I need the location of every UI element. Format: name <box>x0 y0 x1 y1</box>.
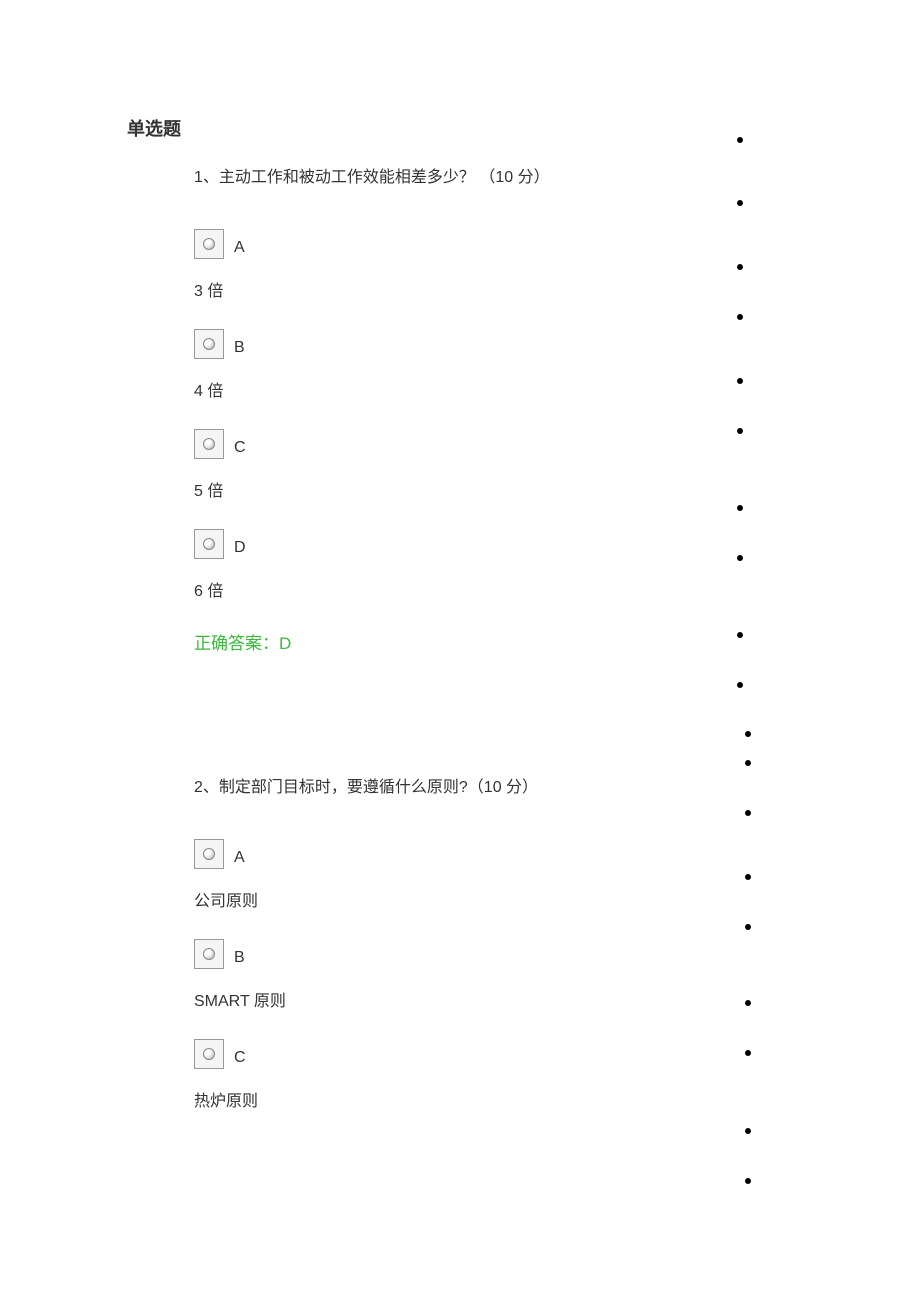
radio-icon <box>203 238 215 250</box>
bullet-icon <box>745 1128 751 1134</box>
bullet-icon <box>745 731 751 737</box>
bullet-icon <box>745 810 751 816</box>
option-text: SMART 原则 <box>194 987 538 1011</box>
option-text: 6 倍 <box>194 577 550 601</box>
bullet-icon <box>745 1050 751 1056</box>
bullet-icon <box>737 428 743 434</box>
bullet-icon <box>737 200 743 206</box>
q1-option-b: B 4 倍 <box>194 329 550 401</box>
bullet-icon <box>745 1000 751 1006</box>
option-text: 4 倍 <box>194 377 550 401</box>
bullet-icon <box>737 314 743 320</box>
radio-button[interactable] <box>194 329 224 359</box>
radio-icon <box>203 848 215 860</box>
option-text: 公司原则 <box>194 887 538 911</box>
radio-icon <box>203 1048 215 1060</box>
bullet-icon <box>737 137 743 143</box>
option-letter: D <box>234 539 246 559</box>
bullet-icon <box>737 682 743 688</box>
q2-option-c: C 热炉原则 <box>194 1039 538 1111</box>
correct-answer: 正确答案：D <box>194 629 550 654</box>
bullet-icon <box>737 505 743 511</box>
option-letter: A <box>234 239 245 259</box>
option-letter: B <box>234 949 245 969</box>
bullet-icon <box>737 378 743 384</box>
option-text: 热炉原则 <box>194 1087 538 1111</box>
radio-button[interactable] <box>194 839 224 869</box>
bullet-icon <box>745 1178 751 1184</box>
radio-icon <box>203 948 215 960</box>
option-letter: A <box>234 849 245 869</box>
bullet-icon <box>737 555 743 561</box>
q1-option-a: A 3 倍 <box>194 229 550 301</box>
option-letter: C <box>234 439 246 459</box>
radio-icon <box>203 338 215 350</box>
q2-option-b: B SMART 原则 <box>194 939 538 1011</box>
option-text: 3 倍 <box>194 277 550 301</box>
option-letter: C <box>234 1049 246 1069</box>
q1-option-c: C 5 倍 <box>194 429 550 501</box>
radio-button[interactable] <box>194 1039 224 1069</box>
q2-option-a: A 公司原则 <box>194 839 538 911</box>
bullet-icon <box>745 874 751 880</box>
bullet-icon <box>745 924 751 930</box>
question-1-text: 1、主动工作和被动工作效能相差多少？ （10 分） <box>194 163 550 187</box>
bullet-icon <box>737 632 743 638</box>
question-2: 2、制定部门目标时，要遵循什么原则?（10 分） A 公司原则 B SMART … <box>194 773 538 1139</box>
radio-button[interactable] <box>194 939 224 969</box>
question-2-text: 2、制定部门目标时，要遵循什么原则?（10 分） <box>194 773 538 797</box>
option-letter: B <box>234 339 245 359</box>
q1-option-d: D 6 倍 <box>194 529 550 601</box>
bullet-icon <box>737 264 743 270</box>
section-title: 单选题 <box>127 115 181 141</box>
option-text: 5 倍 <box>194 477 550 501</box>
radio-button[interactable] <box>194 529 224 559</box>
bullet-icon <box>745 760 751 766</box>
question-1: 1、主动工作和被动工作效能相差多少？ （10 分） A 3 倍 B 4 倍 C … <box>194 163 550 654</box>
radio-button[interactable] <box>194 229 224 259</box>
radio-button[interactable] <box>194 429 224 459</box>
radio-icon <box>203 538 215 550</box>
radio-icon <box>203 438 215 450</box>
